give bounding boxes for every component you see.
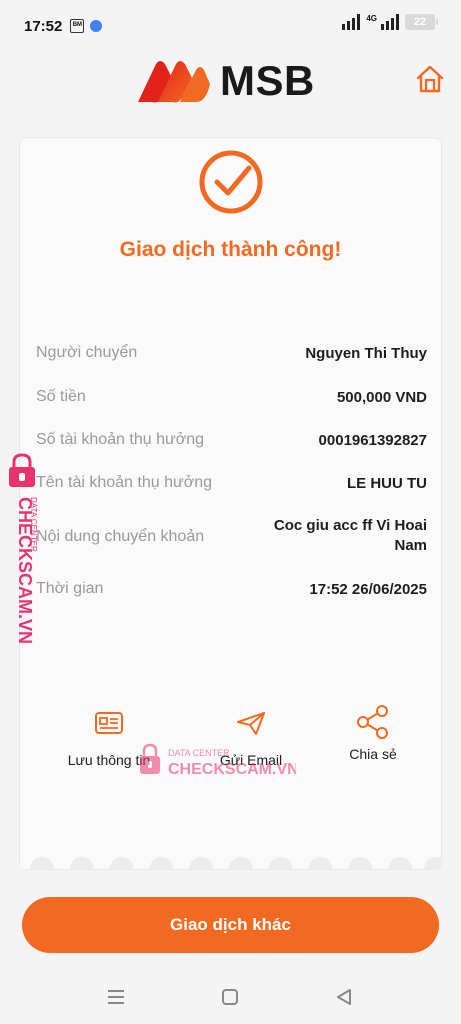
share-icon: [357, 705, 388, 739]
system-nav-bar: [0, 972, 461, 1024]
home-nav-icon[interactable]: [218, 986, 242, 1008]
battery-indicator: 22: [405, 14, 438, 30]
brand-name: MSB: [220, 57, 315, 104]
app-notification-icon: [90, 20, 103, 32]
paper-plane-icon: [237, 712, 265, 735]
id-card-icon: [95, 712, 123, 734]
detail-row-time: Thời gian 17:52 26/06/2025: [36, 580, 427, 600]
detail-label: Người chuyển: [36, 344, 138, 361]
detail-value: 500,000 VND: [336, 389, 427, 406]
watermark-center-mark: DATA CENTER CHECKSCAM.VN: [140, 743, 299, 778]
detail-label: Số tài khoản thụ hưởng: [36, 431, 204, 448]
cell-signal-icon: [381, 14, 399, 30]
detail-row-sender: Người chuyển Nguyen Thi Thuy: [36, 344, 427, 364]
detail-row-content: Nội dung chuyển khoản Coc giu acc ff Vi …: [36, 516, 427, 556]
detail-label: Số tiền: [36, 388, 86, 405]
watermark-center-sub: DATA CENTER: [168, 748, 230, 758]
detail-value: Nguyen Thi Thuy: [305, 345, 427, 362]
home-button[interactable]: [415, 64, 445, 94]
share-button[interactable]: Chia sẻ: [308, 705, 438, 762]
detail-row-amount: Số tiền 500,000 VND: [36, 388, 427, 408]
watermark-side: CHECKSCAM.VN DATA CENTER: [4, 453, 48, 653]
status-indicators: 4G 22: [342, 14, 438, 30]
detail-row-account-number: Số tài khoản thụ hưởng 0001961392827: [36, 431, 427, 451]
recent-apps-icon[interactable]: [104, 986, 128, 1008]
detail-label: Nội dung chuyển khoản: [36, 528, 205, 545]
app-header: MSB: [0, 52, 461, 112]
watermark-center: DATA CENTER CHECKSCAM.VN: [136, 742, 299, 782]
receipt-edge: [20, 855, 441, 869]
wifi-signal-icon: [342, 14, 361, 30]
status-time: 17:52: [24, 17, 63, 35]
news-app-icon: BM: [70, 19, 85, 33]
detail-value: LE HUU TU: [347, 475, 427, 492]
msb-logo-mark-icon: [138, 61, 210, 103]
status-bar: 17:52 BM 4G 22: [0, 0, 461, 52]
detail-label: Tên tài khoản thụ hưởng: [36, 474, 212, 491]
back-nav-icon[interactable]: [332, 986, 356, 1008]
action-label: Chia sẻ: [349, 746, 397, 762]
detail-value: Coc giu acc ff Vi Hoai Nam: [273, 517, 427, 554]
check-circle-icon: [199, 150, 263, 214]
network-type: 4G: [366, 14, 377, 23]
home-icon: [416, 65, 444, 93]
watermark-center-text: CHECKSCAM.VN: [168, 761, 296, 778]
msb-logo: MSB: [132, 56, 315, 106]
watermark-side-sub: DATA CENTER: [29, 497, 38, 552]
success-title: Giao dịch thành công!: [119, 238, 342, 261]
detail-value: 0001961392827: [318, 432, 427, 449]
detail-row-account-name: Tên tài khoản thụ hưởng LE HUU TU: [36, 474, 427, 494]
detail-value: 17:52 26/06/2025: [309, 581, 427, 598]
new-transaction-button[interactable]: Giao dịch khác: [22, 897, 439, 953]
watermark-lock-icon: CHECKSCAM.VN DATA CENTER: [9, 453, 38, 644]
